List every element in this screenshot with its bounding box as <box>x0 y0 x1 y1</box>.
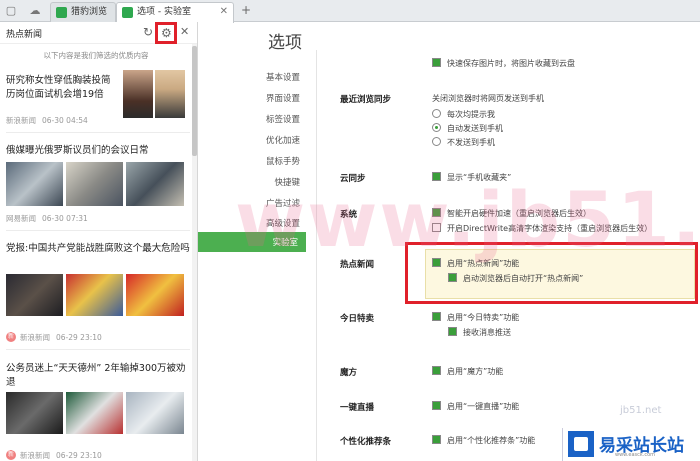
news-image-2b[interactable] <box>66 162 123 206</box>
nav-item-gestures[interactable]: 鼠标手势 <box>200 155 300 167</box>
daily-deals-heading: 今日特卖 <box>340 314 375 324</box>
news-title-3[interactable]: 党报:中国共产党能战胜腐败这个最大危险吗 <box>6 242 190 256</box>
news-image-4a[interactable] <box>6 392 63 434</box>
sync-prompt-radio[interactable] <box>432 109 441 118</box>
news-image-3a[interactable] <box>6 274 63 316</box>
page-title: 选项 <box>268 33 302 53</box>
tab-bar: ▢ ☁ 猎豹浏览 选项 - 实验室 ✕ + <box>0 0 700 23</box>
news-image-4c[interactable] <box>126 392 184 434</box>
nav-item-basic[interactable]: 基本设置 <box>200 71 300 83</box>
news-divider <box>6 349 190 350</box>
news-divider <box>6 132 190 133</box>
settings-highlight-box: ⚙ <box>155 22 177 44</box>
hot-news-autoopen-label: 启动浏览器后自动打开“热点新闻” <box>463 274 584 283</box>
cloud-icon[interactable]: ☁ <box>28 4 42 18</box>
news-image-2a[interactable] <box>6 162 63 206</box>
tab-label: 猎豹浏览 <box>71 7 108 17</box>
hot-news-autoopen-checkbox[interactable] <box>448 273 457 282</box>
news-image-2c[interactable] <box>126 162 184 206</box>
close-icon[interactable]: ✕ <box>180 25 189 38</box>
daily-deals-enable-label: 启用“今日特卖”功能 <box>447 313 520 322</box>
sidebar-subtitle: 以下内容是我们筛选的优质内容 <box>43 51 149 60</box>
refresh-icon[interactable]: ↻ <box>143 25 153 39</box>
watermark: www.jb51.net <box>235 175 700 264</box>
daily-deals-enable-checkbox[interactable] <box>432 312 441 321</box>
news-meta-4: 新浪新闻 06-29 23:10 <box>20 451 102 460</box>
recent-sync-heading: 最近浏览同步 <box>340 95 392 105</box>
recommend-heading: 个性化推荐条 <box>340 437 392 447</box>
news-image-3b[interactable] <box>66 274 123 316</box>
sync-none-label: 不发送到手机 <box>447 138 495 147</box>
tab-options-lab[interactable]: 选项 - 实验室 ✕ <box>116 2 234 23</box>
source-icon: 新 <box>6 332 16 342</box>
sidebar-header: 热点新闻 ↻ ⚙ ✕ <box>0 22 197 44</box>
sync-prompt-label: 每次均提示我 <box>447 110 495 119</box>
nav-item-tabs[interactable]: 标签设置 <box>200 113 300 125</box>
live-enable-label: 启用“一键直播”功能 <box>447 402 520 411</box>
news-image-3c[interactable] <box>126 274 184 316</box>
logo-mark-icon <box>568 431 594 457</box>
tab-favicon-icon <box>56 7 67 18</box>
gear-icon[interactable]: ⚙ <box>161 26 172 40</box>
magic-enable-label: 启用“魔方”功能 <box>447 367 504 376</box>
push-messages-checkbox[interactable] <box>448 327 457 336</box>
recommend-enable-label: 启用“个性化推荐条”功能 <box>447 436 536 445</box>
save-to-cloud-checkbox[interactable] <box>432 58 441 67</box>
new-tab-icon[interactable]: + <box>240 4 252 18</box>
news-image-1a[interactable] <box>123 70 153 118</box>
live-enable-checkbox[interactable] <box>432 401 441 410</box>
recent-sync-desc: 关闭浏览器时将网页发送到手机 <box>432 94 544 103</box>
sync-none-radio[interactable] <box>432 137 441 146</box>
tab-label: 选项 - 实验室 <box>137 7 191 17</box>
tab-close-icon[interactable]: ✕ <box>220 3 228 21</box>
tab-browse[interactable]: 猎豹浏览 <box>50 2 116 22</box>
live-heading: 一键直播 <box>340 403 375 413</box>
site-logo: 易采站长站 www.easck.com <box>562 428 700 461</box>
recommend-enable-checkbox[interactable] <box>432 435 441 444</box>
magic-heading: 魔方 <box>340 368 358 378</box>
tab-favicon-icon <box>122 7 133 18</box>
hot-news-sidebar: 热点新闻 ↻ ⚙ ✕ 以下内容是我们筛选的优质内容 研究称女性穿低胸装投简历岗位… <box>0 22 198 461</box>
magic-enable-checkbox[interactable] <box>432 366 441 375</box>
save-to-cloud-label: 快速保存图片时，将图片收藏到云盘 <box>447 59 575 68</box>
sidebar-scrollbar[interactable] <box>192 44 197 461</box>
sync-auto-label: 自动发送到手机 <box>447 124 503 133</box>
news-meta-3: 新浪新闻 06-29 23:10 <box>20 333 102 342</box>
news-image-1b[interactable] <box>155 70 185 118</box>
logo-subtext: www.easck.com <box>615 452 656 458</box>
sidebar-scroll-thumb[interactable] <box>192 46 197 156</box>
nav-item-interface[interactable]: 界面设置 <box>200 92 300 104</box>
news-meta-2: 网易新闻 06-30 07:31 <box>6 214 88 223</box>
push-messages-label: 接收消息推送 <box>463 328 511 337</box>
news-divider <box>6 230 190 231</box>
nav-item-optimize[interactable]: 优化加速 <box>200 134 300 146</box>
news-title-2[interactable]: 俄媒曝光俄罗斯议员们的会议日常 <box>6 144 186 158</box>
news-image-4b[interactable] <box>66 392 123 434</box>
source-icon: 新 <box>6 450 16 460</box>
news-title-1[interactable]: 研究称女性穿低胸装投简历岗位面试机会增19倍 <box>6 74 118 102</box>
news-meta-1: 新浪新闻 06-30 04:54 <box>6 116 88 125</box>
news-title-4[interactable]: 公务员迷上“天天德州” 2年输掉300万被劝退 <box>6 362 190 390</box>
sync-auto-radio[interactable] <box>432 123 441 132</box>
watermark-small: jb51.net <box>620 405 662 416</box>
sidebar-toggle-icon[interactable]: ▢ <box>4 4 18 18</box>
sidebar-title: 热点新闻 <box>6 30 43 40</box>
